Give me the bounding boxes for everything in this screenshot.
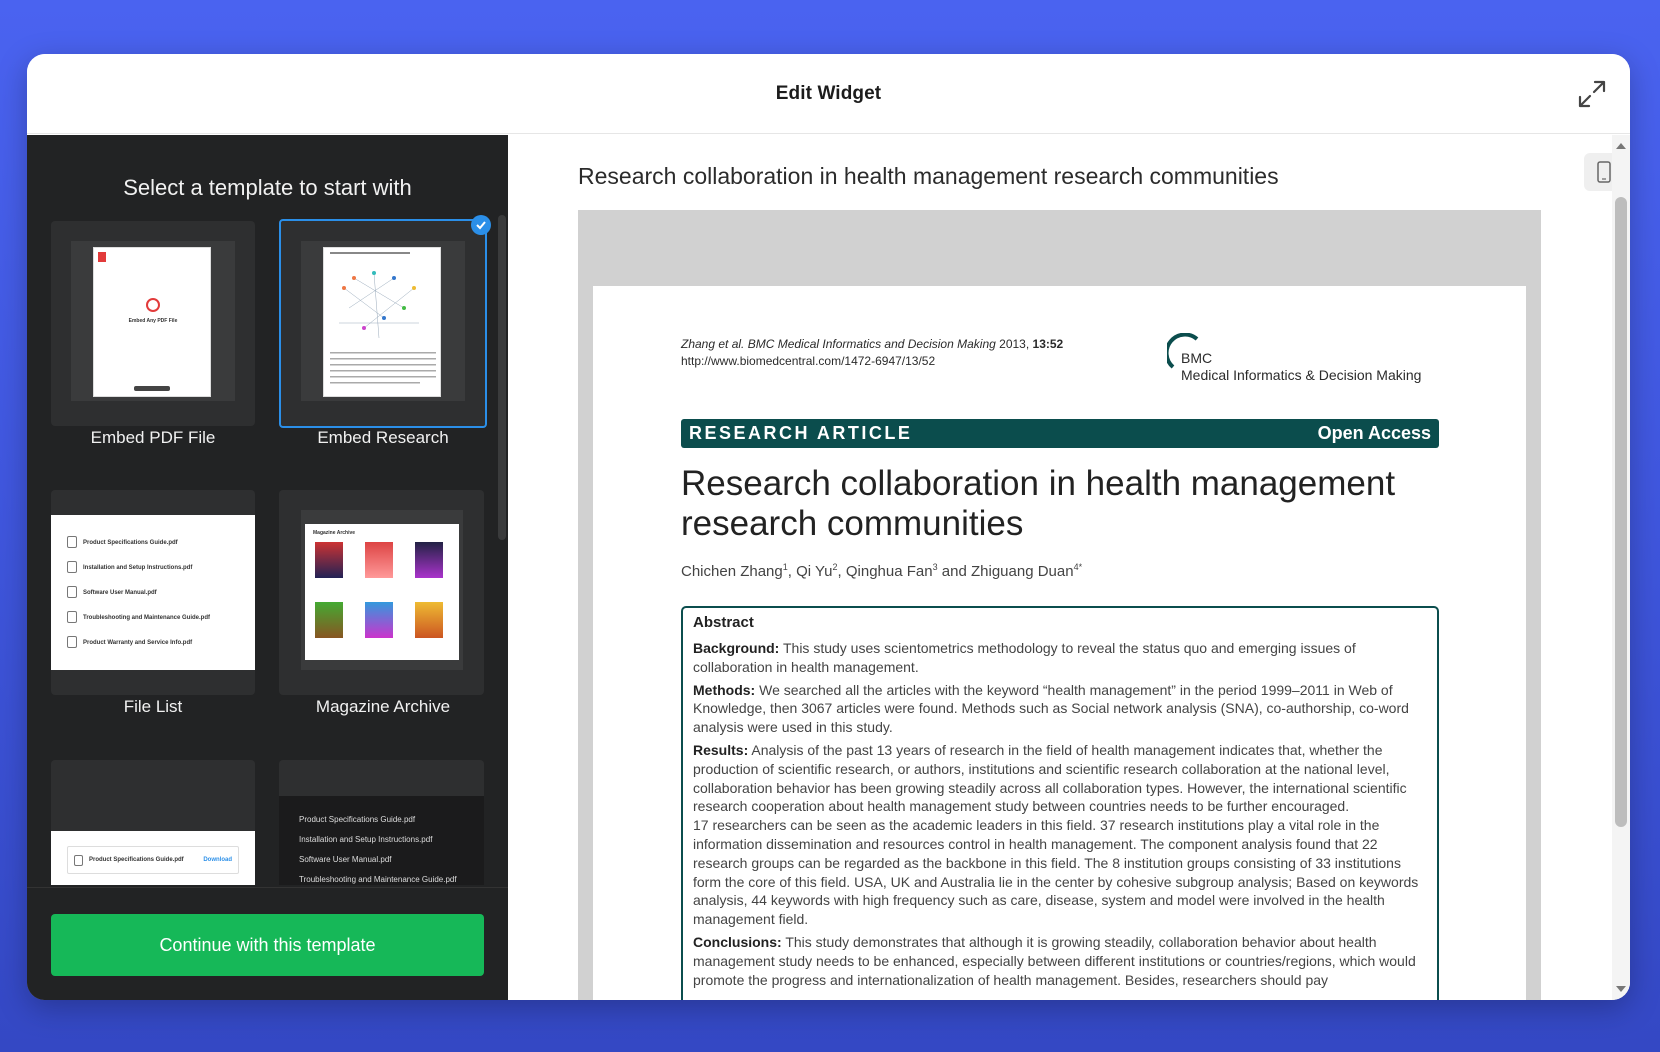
thumb-preview: Embed Any PDF File xyxy=(71,241,235,401)
magazine-cover xyxy=(365,542,393,578)
scroll-down-icon[interactable] xyxy=(1616,986,1626,992)
edit-widget-modal: Edit Widget Select a template to start w… xyxy=(27,54,1630,1000)
dark-list-items: Product Specifications Guide.pdf Install… xyxy=(299,810,457,885)
template-label: File List xyxy=(123,697,183,716)
network-graph-thumb xyxy=(330,252,436,384)
thumb-toolbar xyxy=(134,386,170,391)
preview-title: Research collaboration in health managem… xyxy=(578,163,1279,189)
journal-logo: BMC Medical Informatics & Decision Makin… xyxy=(1167,333,1439,384)
preview-scrollbar[interactable] xyxy=(1612,135,1630,1000)
article-title: Research collaboration in health managem… xyxy=(681,464,1396,543)
template-label: Embed PDF File xyxy=(90,428,216,447)
loading-icon xyxy=(146,298,160,312)
single-file-name: Product Specifications Guide.pdf xyxy=(89,857,184,863)
list-item: Product Warranty and Service Info.pdf xyxy=(67,631,210,656)
article-type: RESEARCH ARTICLE xyxy=(689,423,913,443)
continue-button[interactable]: Continue with this template xyxy=(51,914,484,976)
download-link: Download xyxy=(203,857,232,863)
abstract-conclusions: Conclusions: This study demonstrates tha… xyxy=(693,933,1416,988)
template-label: Magazine Archive xyxy=(315,697,451,716)
modal-header: Edit Widget xyxy=(27,54,1630,134)
list-item: Product Specifications Guide.pdf xyxy=(299,815,416,824)
magazine-cover xyxy=(415,542,443,578)
scroll-thumb[interactable] xyxy=(1615,197,1627,827)
thumb-title: Embed Any PDF File xyxy=(128,318,178,324)
pdf-viewer[interactable]: Zhang et al. BMC Medical Informatics and… xyxy=(578,210,1541,1000)
list-item: Installation and Setup Instructions.pdf xyxy=(299,835,433,844)
thumb-preview: Magazine Archive xyxy=(301,510,463,670)
template-card-embed-research[interactable] xyxy=(279,215,491,428)
abstract-results: Results: Analysis of the past 13 years o… xyxy=(693,741,1407,815)
abstract-background: Background: This study uses scientometri… xyxy=(693,640,1356,675)
file-list-items: Product Specifications Guide.pdf Install… xyxy=(67,531,210,656)
abstract-box: Abstract Background: This study uses sci… xyxy=(681,606,1439,1000)
list-item: Software User Manual.pdf xyxy=(67,581,210,606)
list-item: Installation and Setup Instructions.pdf xyxy=(67,556,210,581)
single-file-thumb: Product Specifications Guide.pdf Downloa… xyxy=(51,831,255,885)
magazine-cover xyxy=(315,602,343,638)
template-card-file-list[interactable]: Product Specifications Guide.pdf Install… xyxy=(51,490,255,695)
template-label: Embed Research xyxy=(317,428,449,447)
check-icon xyxy=(471,215,491,235)
abstract-heading: Abstract xyxy=(693,614,754,631)
template-card-single-file[interactable]: Product Specifications Guide.pdf Downloa… xyxy=(51,760,255,885)
magazine-cover xyxy=(415,602,443,638)
research-page-thumb xyxy=(323,247,441,397)
template-card-magazine-archive[interactable]: Magazine Archive xyxy=(279,490,484,695)
continue-bar: Continue with this template xyxy=(27,887,508,1000)
abstract-results-2: 17 researchers can be seen as the academ… xyxy=(693,817,1419,928)
pdf-page: Zhang et al. BMC Medical Informatics and… xyxy=(593,286,1526,1000)
list-item: Product Specifications Guide.pdf xyxy=(67,531,210,556)
template-card-dark-list[interactable]: Product Specifications Guide.pdf Install… xyxy=(279,760,484,885)
magazine-cover xyxy=(315,542,343,578)
magazine-grid-thumb: Magazine Archive xyxy=(305,524,459,660)
magazine-header: Magazine Archive xyxy=(313,530,356,536)
modal-title: Edit Widget xyxy=(775,82,882,104)
author-list: Chichen Zhang1, Qi Yu2, Qinghua Fan3 and… xyxy=(681,562,1083,580)
expand-icon[interactable] xyxy=(1576,78,1608,110)
journal-brand: BMC xyxy=(1181,350,1213,366)
thumb-preview xyxy=(301,241,465,401)
scroll-up-icon[interactable] xyxy=(1616,143,1626,149)
template-grid[interactable]: Embed Any PDF File Embed PDF File Embed … xyxy=(27,215,508,885)
preview-panel: Research collaboration in health managem… xyxy=(508,135,1630,1000)
template-card-embed-pdf[interactable]: Embed Any PDF File xyxy=(51,221,255,426)
template-scrollbar[interactable] xyxy=(498,215,506,540)
template-sidebar: Select a template to start with Embed An… xyxy=(27,135,508,1000)
bmc-logo-icon xyxy=(1167,333,1199,369)
file-list-thumb: Product Specifications Guide.pdf Install… xyxy=(51,515,255,670)
single-file-row: Product Specifications Guide.pdf Downloa… xyxy=(67,846,239,874)
pdf-page-thumb: Embed Any PDF File xyxy=(93,247,211,397)
list-item: Troubleshooting and Maintenance Guide.pd… xyxy=(67,606,210,631)
page-content: Zhang et al. BMC Medical Informatics and… xyxy=(681,333,1439,1000)
list-item: Software User Manual.pdf xyxy=(299,855,392,864)
access-badge: Open Access xyxy=(1317,423,1431,443)
journal-name: Medical Informatics & Decision Making xyxy=(1181,367,1422,383)
magazine-cover xyxy=(365,602,393,638)
template-sidebar-title: Select a template to start with xyxy=(123,175,412,200)
article-type-bar: RESEARCH ARTICLE Open Access xyxy=(681,419,1439,448)
pdf-file-icon xyxy=(98,252,106,262)
list-item: Troubleshooting and Maintenance Guide.pd… xyxy=(299,875,457,884)
dark-list-thumb: Product Specifications Guide.pdf Install… xyxy=(279,796,484,885)
abstract-methods: Methods: We searched all the articles wi… xyxy=(693,681,1409,736)
